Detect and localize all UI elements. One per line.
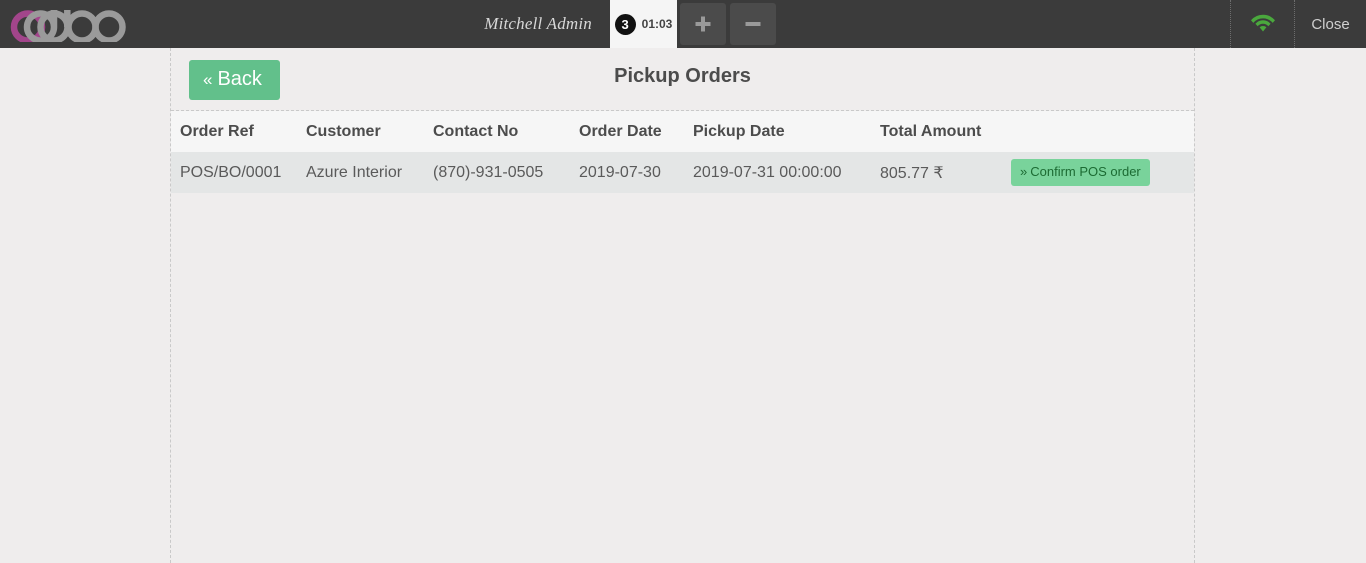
column-header-contact-no[interactable]: Contact No [433,111,579,152]
order-tabs: 3 01:03 [610,0,778,48]
cell-order-date: 2019-07-30 [579,163,661,181]
cell-action: » Confirm POS order [1002,152,1194,193]
action-wrapper: » Confirm POS order [1002,159,1194,186]
pickup-orders-pane: «Back Pickup Orders Order Ref Customer C… [170,48,1195,563]
order-tab-active[interactable]: 3 01:03 [610,0,678,48]
cell-contact-no: (870)-931-0505 [433,163,544,181]
wifi-icon [1250,14,1275,32]
column-header-customer[interactable]: Customer [306,111,433,152]
username-label: Mitchell Admin [484,14,592,33]
pos-top-bar: Mitchell Admin 3 01:03 Close [0,0,1366,48]
column-header-pickup-date[interactable]: Pickup Date [693,111,880,152]
close-button[interactable]: Close [1294,0,1366,48]
cell-pickup-date: 2019-07-31 00:00:00 [693,163,842,181]
page-title: Pickup Orders [614,65,751,87]
minus-icon [745,22,761,26]
pickup-orders-table: Order Ref Customer Contact No Order Date… [171,111,1194,193]
column-header-total-amount[interactable]: Total Amount [880,111,1002,152]
order-count-badge: 3 [614,13,636,35]
table-body: POS/BO/0001 Azure Interior (870)-931-050… [171,152,1194,193]
cell-total-amount: 805.77 ₹ [880,164,944,182]
confirm-chevron-icon: » [1020,164,1028,180]
odoo-logo-icon [10,10,126,42]
table-row[interactable]: POS/BO/0001 Azure Interior (870)-931-050… [171,152,1194,193]
cell-customer: Azure Interior [306,163,403,181]
wifi-status[interactable] [1230,0,1294,48]
username-area: Mitchell Admin [170,0,610,48]
close-label: Close [1311,15,1350,33]
topbar-status-area: Close [1230,0,1366,48]
column-header-order-date[interactable]: Order Date [579,111,693,152]
table-head: Order Ref Customer Contact No Order Date… [171,111,1194,152]
confirm-button-label: Confirm POS order [1030,164,1141,180]
remove-order-button[interactable] [730,3,776,45]
table-header-row: Order Ref Customer Contact No Order Date… [171,111,1194,152]
order-timer-label: 01:03 [641,17,673,31]
confirm-pos-order-button[interactable]: » Confirm POS order [1011,159,1150,186]
pane-header: «Back Pickup Orders [171,48,1194,111]
odoo-logo-area[interactable] [0,0,170,48]
column-header-action [1002,111,1194,152]
add-order-button[interactable] [680,3,726,45]
column-header-order-ref[interactable]: Order Ref [171,111,306,152]
cell-order-ref: POS/BO/0001 [180,163,282,181]
plus-icon [695,16,711,32]
